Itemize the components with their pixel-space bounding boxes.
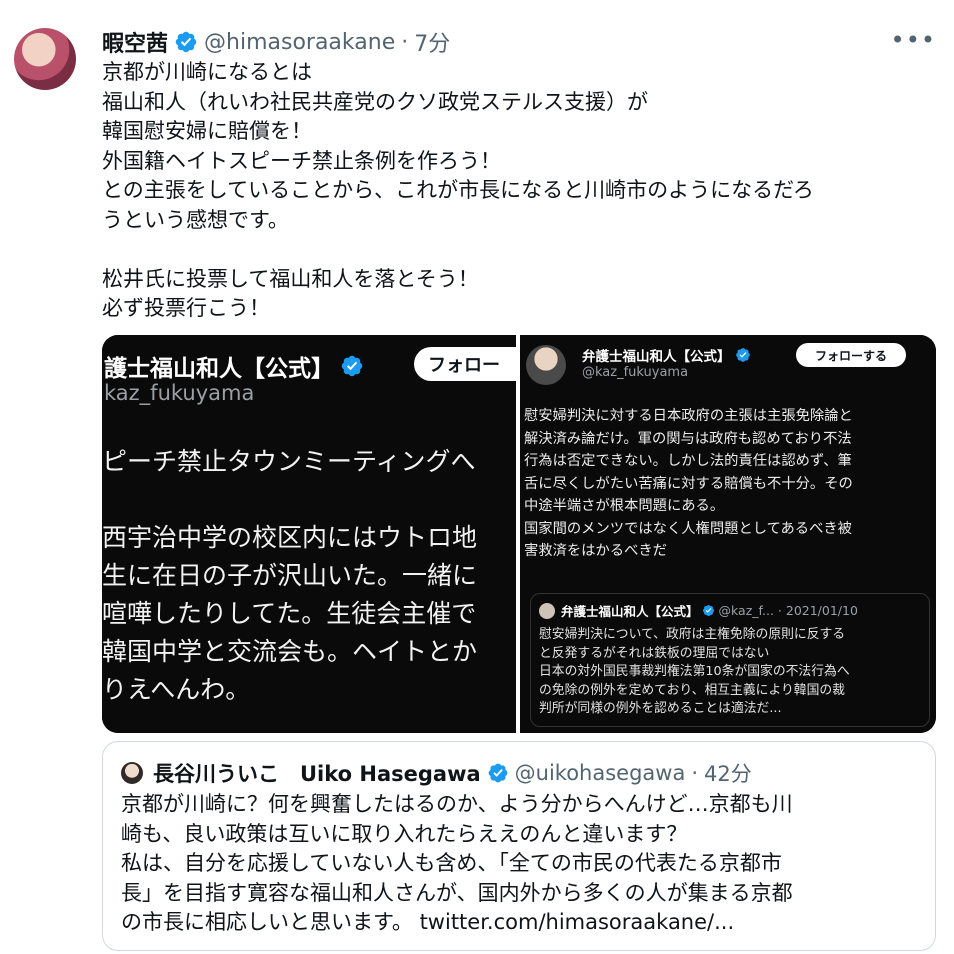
embedded-author-name: 弁護士福山和人【公式】 (582, 345, 751, 365)
embedded-quoted-avatar (539, 603, 555, 619)
author-avatar[interactable] (14, 28, 76, 90)
quoted-tweet-header: 長谷川ういこ Uiko Hasegawa @uikohasegawa · 42分 (153, 758, 752, 788)
quoted-tweet-text: 京都が川崎に？何を興奮したはるのか、よう分からへんけど…京都も川 崎も、良い政策… (121, 790, 927, 938)
more-options-icon[interactable]: ••• (891, 26, 936, 54)
quoted-author-avatar (121, 762, 143, 784)
author-display-name[interactable]: 暇空茜 (102, 26, 168, 58)
quoted-tweet[interactable]: 長谷川ういこ Uiko Hasegawa @uikohasegawa · 42分… (102, 741, 936, 951)
tweet-media[interactable]: 護士福山和人【公式】 フォロー kaz_fukuyama ピーチ禁止タウンミーテ… (102, 335, 936, 733)
embedded-quoted-name: 弁護士福山和人【公式】 (561, 604, 699, 619)
embedded-quoted-text: 慰安婦判決について、政府は主権免除の原則に反する と反発するがそれは鉄板の理屈で… (539, 627, 850, 717)
embedded-author-handle: @kaz_fukuyama (582, 365, 689, 380)
verified-badge-icon (735, 347, 751, 363)
media-image-right[interactable]: 弁護士福山和人【公式】 フォローする @kaz_fukuyama 慰安婦判決に対… (520, 335, 936, 733)
quoted-author-name: 長谷川ういこ Uiko Hasegawa (153, 762, 481, 786)
embedded-author-name-text: 弁護士福山和人【公式】 (582, 349, 731, 365)
embedded-avatar (526, 345, 566, 385)
embedded-quoted-date: · 2021/01/10 (777, 603, 858, 618)
embedded-quoted-tweet: 弁護士福山和人【公式】 @kaz_f... · 2021/01/10 慰安婦判決… (530, 593, 930, 727)
quoted-author-handle: @uikohasegawa (514, 761, 686, 785)
separator-dot: · (401, 29, 409, 55)
embedded-follow-button: フォローする (796, 343, 906, 367)
tweet-timestamp[interactable]: 7分 (414, 26, 450, 58)
embedded-quoted-handle: @kaz_f... (718, 603, 774, 618)
media-image-left[interactable]: 護士福山和人【公式】 フォロー kaz_fukuyama ピーチ禁止タウンミーテ… (102, 335, 544, 733)
embedded-author-name: 護士福山和人【公式】 (104, 349, 364, 383)
verified-badge-icon (702, 604, 715, 617)
verified-badge-icon (174, 30, 198, 54)
embedded-quoted-header: 弁護士福山和人【公式】 @kaz_f... · 2021/01/10 (561, 601, 858, 620)
embedded-tweet-text: 慰安婦判決に対する日本政府の主張は主張免除論と 解決済み論だけ。軍の関与は政府も… (524, 408, 853, 559)
embedded-author-name-text: 護士福山和人【公式】 (104, 356, 334, 382)
tweet-text: 京都が川崎になるとは 福山和人（れいわ社民共産党のクソ政党ステルス支援）が 韓国… (102, 60, 814, 320)
embedded-author-handle: kaz_fukuyama (104, 381, 255, 405)
verified-badge-icon (340, 354, 364, 378)
verified-badge-icon (487, 762, 509, 784)
separator-dot: · (691, 761, 699, 785)
author-handle[interactable]: @himasoraakane (204, 30, 395, 55)
quoted-tweet-timestamp: 42分 (704, 762, 752, 786)
tweet-header: 暇空茜 @himasoraakane · 7分 (102, 26, 450, 58)
quoted-tweet-link[interactable]: twitter.com/himasoraakane/... (420, 910, 735, 934)
